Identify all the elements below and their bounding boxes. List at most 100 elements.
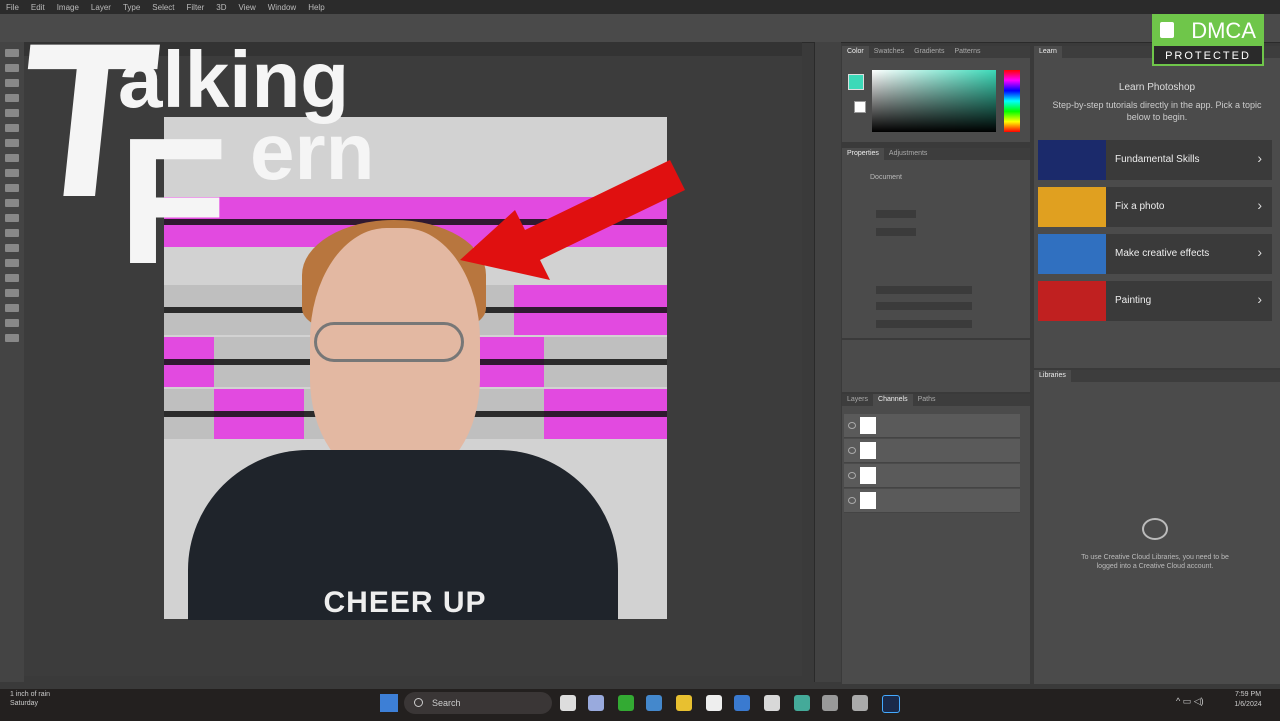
menu-bar: File Edit Image Layer Type Select Filter… xyxy=(0,0,1280,14)
color-field[interactable] xyxy=(872,70,996,132)
browser-icon[interactable] xyxy=(764,695,780,711)
layers-panel: Layers Channels Paths xyxy=(842,394,1030,684)
channel-row[interactable] xyxy=(844,464,1020,488)
settings-icon[interactable] xyxy=(822,695,838,711)
system-tray-icons[interactable]: ^ ▭ ◁) xyxy=(1176,696,1204,707)
menu-view[interactable]: View xyxy=(239,3,256,12)
clock-time: 7:59 PM xyxy=(1234,691,1262,698)
app-icon[interactable] xyxy=(646,695,662,711)
fill-select[interactable] xyxy=(876,320,972,328)
taskbar-search[interactable]: Search xyxy=(404,692,552,714)
lesson-label: Fundamental Skills xyxy=(1115,154,1200,165)
depth-select[interactable] xyxy=(876,302,972,310)
windows-start-icon[interactable] xyxy=(380,694,398,712)
crop-tool-icon[interactable] xyxy=(5,109,19,117)
chevron-right-icon: › xyxy=(1257,197,1262,213)
glasses xyxy=(314,322,464,362)
learn-subtitle: Step-by-step tutorials directly in the a… xyxy=(1052,100,1262,122)
weather-widget[interactable]: 1 inch of rain Saturday xyxy=(10,690,110,708)
tab-properties[interactable]: Properties xyxy=(842,148,884,160)
foreground-color-swatch[interactable] xyxy=(848,74,864,90)
channel-thumbnail xyxy=(860,417,876,434)
width-field[interactable] xyxy=(876,210,916,218)
background-color-swatch[interactable] xyxy=(854,101,866,113)
dodge-tool-icon[interactable] xyxy=(5,244,19,252)
title-word-ern: ern xyxy=(250,107,375,196)
mail-icon[interactable] xyxy=(734,695,750,711)
height-field[interactable] xyxy=(876,228,916,236)
menu-file[interactable]: File xyxy=(6,3,19,12)
pen-tool-icon[interactable] xyxy=(5,259,19,267)
menu-help[interactable]: Help xyxy=(308,3,324,12)
tab-gradients[interactable]: Gradients xyxy=(909,46,949,58)
dmca-badge-subtitle: PROTECTED xyxy=(1165,50,1251,62)
chevron-right-icon: › xyxy=(1257,150,1262,166)
title-letter-f: F xyxy=(118,101,228,302)
taskbar xyxy=(0,688,1280,721)
menu-window[interactable]: Window xyxy=(268,3,296,12)
select-tool-icon[interactable] xyxy=(5,94,19,102)
mode-select[interactable] xyxy=(876,286,972,294)
app-icon[interactable] xyxy=(706,695,722,711)
tab-channels[interactable]: Channels xyxy=(873,394,913,406)
app-icon[interactable] xyxy=(794,695,810,711)
lock-icon xyxy=(1160,22,1174,38)
tab-patterns[interactable]: Patterns xyxy=(949,46,985,58)
search-icon xyxy=(414,698,423,707)
red-arrow-icon xyxy=(460,160,685,280)
tab-color[interactable]: Color xyxy=(842,46,869,58)
hue-slider[interactable] xyxy=(1004,70,1020,132)
path-select-tool-icon[interactable] xyxy=(5,289,19,297)
lesson-label: Painting xyxy=(1115,295,1152,306)
chevron-right-icon: › xyxy=(1257,244,1262,260)
tab-libraries[interactable]: Libraries xyxy=(1034,370,1071,382)
channel-row[interactable] xyxy=(844,439,1020,463)
tab-swatches[interactable]: Swatches xyxy=(869,46,909,58)
photoshop-icon[interactable] xyxy=(882,695,900,713)
tab-learn[interactable]: Learn xyxy=(1034,46,1062,58)
eye-icon[interactable] xyxy=(848,422,856,429)
channel-row[interactable] xyxy=(844,414,1020,438)
shape-tool-icon[interactable] xyxy=(5,304,19,312)
tab-layers[interactable]: Layers xyxy=(842,394,873,406)
lesson-thumbnail xyxy=(1038,140,1106,180)
creative-cloud-icon xyxy=(1142,518,1168,540)
app-icon[interactable] xyxy=(852,695,868,711)
clock-date: 1/6/2024 xyxy=(1234,700,1262,708)
properties-doc-label: Document xyxy=(870,174,902,181)
tab-adjustments[interactable]: Adjustments xyxy=(884,148,933,160)
type-tool-icon[interactable] xyxy=(5,274,19,282)
shirt-print: CHEER UP xyxy=(323,586,487,619)
eye-icon[interactable] xyxy=(848,472,856,479)
lesson-fundamental-skills[interactable]: Fundamental Skills › xyxy=(1038,140,1272,180)
menu-filter[interactable]: Filter xyxy=(187,3,205,12)
marquee-tool-icon[interactable] xyxy=(5,64,19,72)
move-tool-icon[interactable] xyxy=(5,49,19,57)
status-bar xyxy=(24,676,802,688)
zoom-tool-icon[interactable] xyxy=(5,334,19,342)
lesson-label: Fix a photo xyxy=(1115,201,1165,212)
lesson-thumbnail xyxy=(1038,281,1106,321)
lasso-tool-icon[interactable] xyxy=(5,79,19,87)
eye-icon[interactable] xyxy=(848,447,856,454)
lesson-painting[interactable]: Painting › xyxy=(1038,281,1272,321)
chevron-right-icon: › xyxy=(1257,291,1262,307)
search-label: Search xyxy=(432,698,461,708)
eye-icon[interactable] xyxy=(848,497,856,504)
task-view-icon[interactable] xyxy=(560,695,576,711)
eyedropper-tool-icon[interactable] xyxy=(5,124,19,132)
app-icon[interactable] xyxy=(618,695,634,711)
clock[interactable]: 7:59 PM 1/6/2024 xyxy=(1220,690,1276,710)
lesson-fix-a-photo[interactable]: Fix a photo › xyxy=(1038,187,1272,227)
app-icon[interactable] xyxy=(588,695,604,711)
hand-tool-icon[interactable] xyxy=(5,319,19,327)
file-explorer-icon[interactable] xyxy=(676,695,692,711)
channel-row[interactable] xyxy=(844,489,1020,513)
lesson-creative-effects[interactable]: Make creative effects › xyxy=(1038,234,1272,274)
tab-paths[interactable]: Paths xyxy=(913,394,941,406)
menu-3d[interactable]: 3D xyxy=(216,3,226,12)
panel-dock-strip xyxy=(814,42,841,682)
lesson-thumbnail xyxy=(1038,234,1106,274)
libraries-message: To use Creative Cloud Libraries, you nee… xyxy=(1081,554,1229,571)
channel-thumbnail xyxy=(860,442,876,459)
